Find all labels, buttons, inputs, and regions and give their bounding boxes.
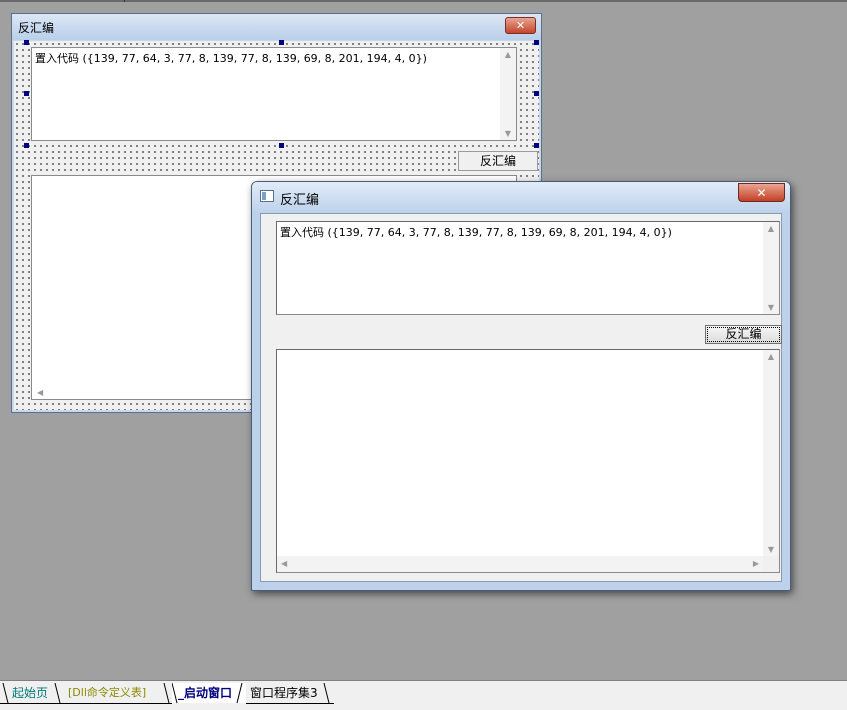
designer-code-text: 置入代码 ({139, 77, 64, 3, 77, 8, 139, 77, 8… xyxy=(35,52,427,65)
scroll-down-arrow-icon[interactable]: ▼ xyxy=(763,303,779,312)
selection-handle[interactable] xyxy=(534,40,539,45)
editor-tab-bar: 起始页 [Dll命令定义表] _启动窗口 窗口程序集3 xyxy=(0,680,847,710)
run-titlebar[interactable]: 反汇编 ✕ xyxy=(252,182,790,213)
top-border xyxy=(0,0,847,2)
scroll-up-arrow-icon[interactable]: ▲ xyxy=(763,352,779,361)
tab-startup-window[interactable]: _启动窗口 xyxy=(172,683,246,704)
window-app-icon xyxy=(260,190,274,202)
tab-label: 窗口程序集3 xyxy=(250,686,318,700)
tab-dll-command-table[interactable]: [Dll命令定义表] xyxy=(62,683,172,704)
selection-handle[interactable] xyxy=(279,40,284,45)
selection-handle[interactable] xyxy=(24,40,29,45)
tab-start-page[interactable]: 起始页 xyxy=(0,683,62,704)
code-text: 置入代码 ({139, 77, 64, 3, 77, 8, 139, 77, 8… xyxy=(280,226,672,239)
designer-code-editbox[interactable]: 置入代码 ({139, 77, 64, 3, 77, 8, 139, 77, 8… xyxy=(31,47,517,141)
scroll-up-arrow-icon[interactable]: ▲ xyxy=(500,50,516,59)
output-vscrollbar[interactable]: ▲ ▼ xyxy=(763,350,779,556)
selection-handle[interactable] xyxy=(534,91,539,96)
run-title: 反汇编 xyxy=(280,193,320,208)
code-editbox[interactable]: 置入代码 ({139, 77, 64, 3, 77, 8, 139, 77, 8… xyxy=(276,221,780,315)
designer-code-vscrollbar[interactable]: ▲ ▼ xyxy=(500,48,516,140)
scroll-right-arrow-icon[interactable]: ▶ xyxy=(753,559,759,568)
tab-label: 起始页 xyxy=(12,686,49,700)
tab-window-assembly-3[interactable]: 窗口程序集3 xyxy=(246,683,334,704)
selection-handle[interactable] xyxy=(279,143,284,148)
selection-handle[interactable] xyxy=(24,91,29,96)
run-window[interactable]: 反汇编 ✕ 置入代码 ({139, 77, 64, 3, 77, 8, 139,… xyxy=(251,181,791,591)
selection-handle[interactable] xyxy=(534,143,539,148)
scrollbar-corner xyxy=(763,556,779,572)
output-hscrollbar[interactable]: ◀ ▶ xyxy=(277,556,763,572)
designer-titlebar[interactable]: 反汇编 ✕ xyxy=(12,14,541,40)
scroll-left-arrow-icon[interactable]: ◀ xyxy=(281,559,287,568)
output-editbox[interactable]: ▲ ▼ ◀ ▶ xyxy=(276,349,780,573)
designer-title: 反汇编 xyxy=(18,21,55,35)
selection-handle[interactable] xyxy=(24,143,29,148)
code-vscrollbar[interactable]: ▲ ▼ xyxy=(763,222,779,314)
designer-close-button[interactable]: ✕ xyxy=(505,17,536,34)
scroll-left-arrow-icon[interactable]: ◀ xyxy=(37,388,43,397)
disassemble-button[interactable]: 反汇编 xyxy=(705,325,782,344)
run-close-button[interactable]: ✕ xyxy=(738,183,785,202)
run-client-area: 置入代码 ({139, 77, 64, 3, 77, 8, 139, 77, 8… xyxy=(260,213,782,582)
tab-label: _启动窗口 xyxy=(178,686,233,700)
scroll-down-arrow-icon[interactable]: ▼ xyxy=(500,129,516,138)
scroll-up-arrow-icon[interactable]: ▲ xyxy=(763,224,779,233)
tab-label: [Dll命令定义表] xyxy=(68,686,147,699)
designer-disassemble-button[interactable]: 反汇编 xyxy=(458,151,538,171)
scroll-down-arrow-icon[interactable]: ▼ xyxy=(763,545,779,554)
